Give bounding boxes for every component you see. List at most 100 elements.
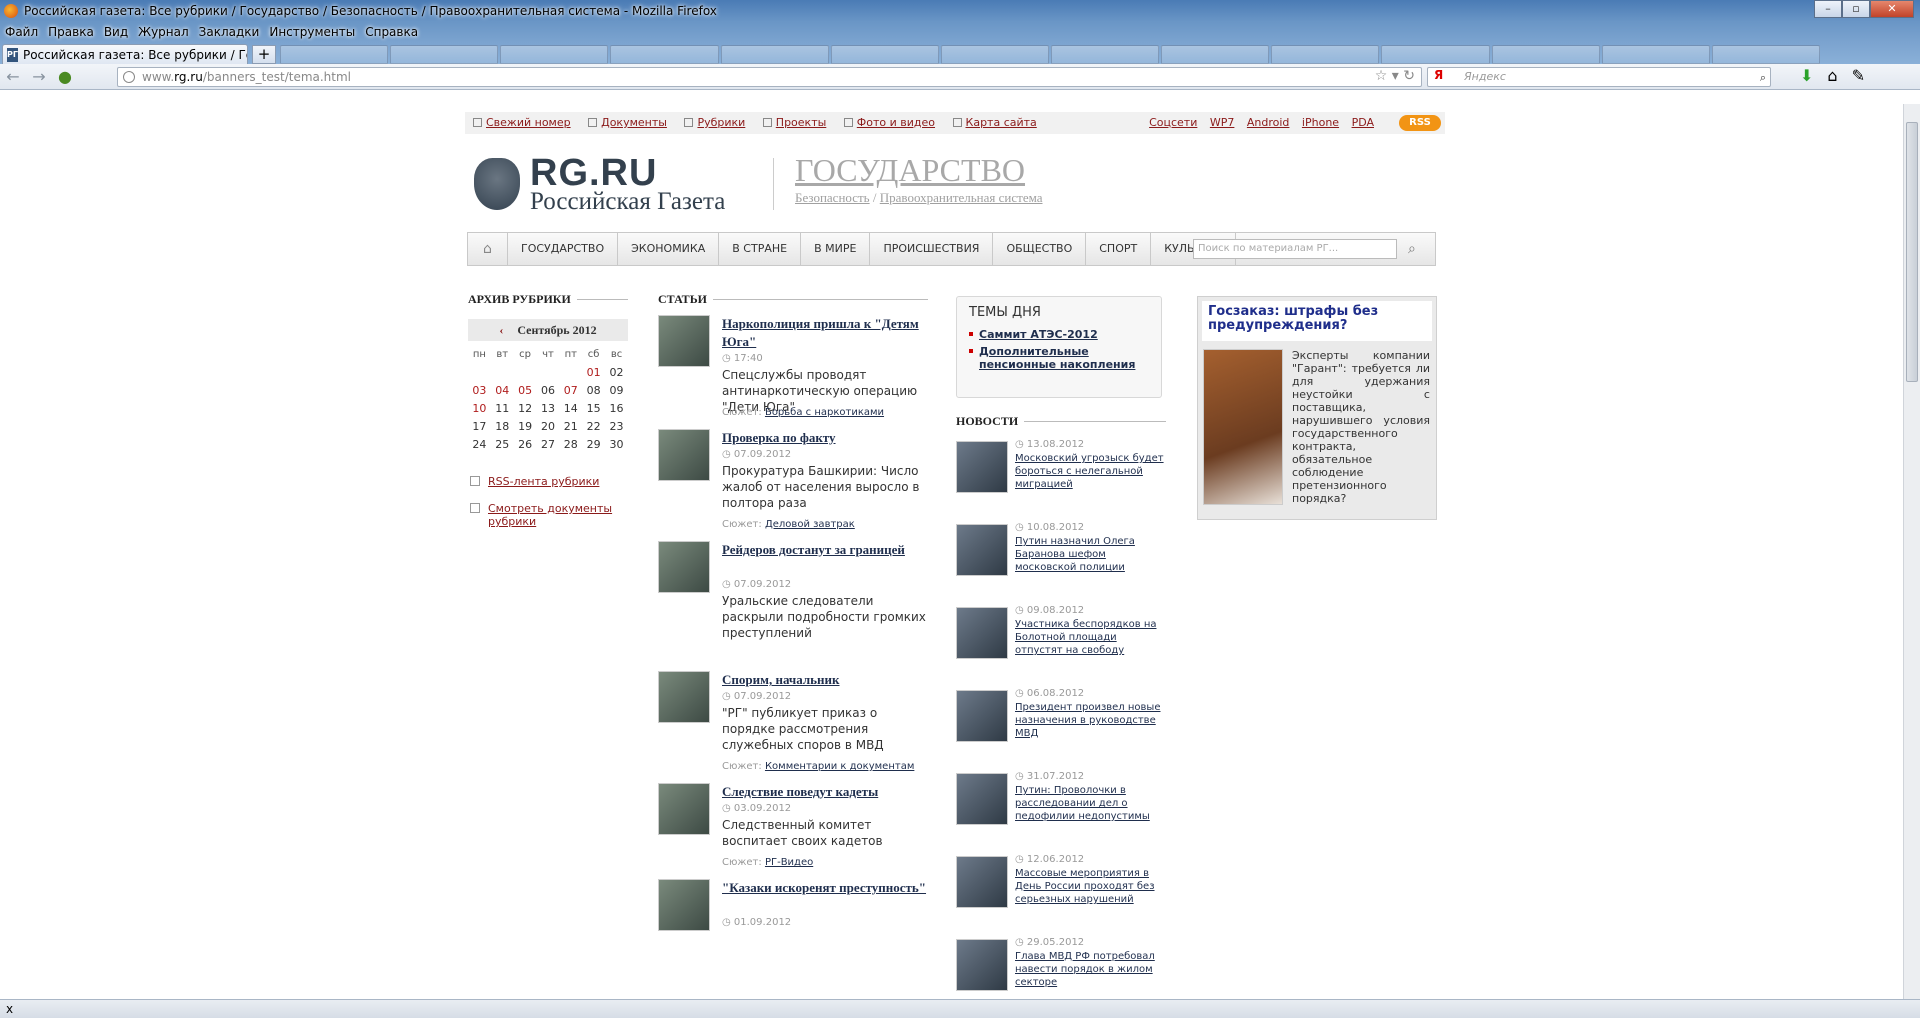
background-tab[interactable] (390, 45, 499, 64)
link-fresh-issue[interactable]: Свежий номер (473, 116, 571, 129)
tab-active[interactable]: РГ Российская газета: Все рубрики / Госу… (2, 44, 248, 64)
plot-link[interactable]: РГ-Видео (765, 857, 813, 868)
ad-banner[interactable]: Госзаказ: штрафы без предупреждения? Экс… (1197, 296, 1437, 520)
breadcrumb-security[interactable]: Безопасность (795, 190, 870, 205)
close-window-button[interactable]: ✕ (1870, 0, 1914, 18)
banner-photo[interactable] (1203, 349, 1283, 505)
calendar-day[interactable]: 01 (582, 363, 605, 381)
news-title[interactable]: Массовые мероприятия в День России прохо… (1015, 867, 1165, 906)
forward-arrow-icon[interactable]: → (26, 67, 52, 86)
view-documents-link[interactable]: Смотреть документы рубрики (468, 502, 628, 528)
maximize-button[interactable]: ▫ (1842, 0, 1870, 18)
link-social[interactable]: Соцсети (1149, 116, 1197, 129)
link-android[interactable]: Android (1247, 116, 1290, 129)
search-input[interactable]: Я Яндекс ⌕ (1427, 67, 1771, 87)
back-arrow-icon[interactable]: ← (0, 67, 26, 86)
link-pda[interactable]: PDA (1352, 116, 1374, 129)
chevron-left-icon[interactable]: ‹ (499, 323, 503, 337)
menu-bookmarks[interactable]: Закладки (194, 25, 265, 39)
calendar-day[interactable]: 07 (559, 381, 582, 399)
article-thumbnail[interactable] (658, 315, 710, 367)
calendar-day[interactable]: 10 (468, 399, 491, 417)
news-thumbnail[interactable] (956, 773, 1008, 825)
rss-button[interactable]: RSS (1399, 115, 1441, 131)
breadcrumb-law-enforcement[interactable]: Правоохранительная система (880, 190, 1043, 205)
search-icon[interactable]: ⌕ (1408, 233, 1416, 265)
nav-society[interactable]: ОБЩЕСТВО (993, 233, 1087, 265)
background-tab[interactable] (1711, 45, 1820, 64)
article-thumbnail[interactable] (658, 879, 710, 931)
url-bar[interactable]: www.rg.ru/banners_test/tema.html ☆ ▾ ↻ (117, 67, 1422, 87)
news-title[interactable]: Глава МВД РФ потребовал навести порядок … (1015, 950, 1165, 989)
menu-tools[interactable]: Инструменты (264, 25, 360, 39)
background-tab[interactable] (830, 45, 939, 64)
nav-country[interactable]: В СТРАНЕ (719, 233, 802, 265)
calendar-day[interactable]: 03 (468, 381, 491, 399)
plot-link[interactable]: Борьба с наркотиками (765, 407, 884, 418)
home-icon[interactable]: ⌂ (468, 233, 508, 265)
site-search-input[interactable]: Поиск по материалам РГ... (1193, 239, 1397, 259)
download-arrow-icon[interactable]: ⬇ (1800, 66, 1813, 85)
news-thumbnail[interactable] (956, 939, 1008, 991)
article-title[interactable]: Спорим, начальник (722, 671, 932, 689)
nav-state[interactable]: ГОСУДАРСТВО (508, 233, 619, 265)
background-tab[interactable] (610, 45, 719, 64)
article-title[interactable]: Проверка по факту (722, 429, 932, 447)
background-tab[interactable] (1271, 45, 1380, 64)
theme-item[interactable]: Саммит АТЭС-2012 (969, 328, 1149, 341)
article-thumbnail[interactable] (658, 541, 710, 593)
extension-icon[interactable]: ✎ (1852, 66, 1865, 85)
nav-sport[interactable]: СПОРТ (1086, 233, 1152, 265)
article-title[interactable]: Наркополиция пришла к "Детям Юга" (722, 315, 932, 351)
news-title[interactable]: Участника беспорядков на Болотной площад… (1015, 618, 1165, 657)
nav-world[interactable]: В МИРЕ (801, 233, 871, 265)
background-tab[interactable] (1491, 45, 1600, 64)
news-title[interactable]: Президент произвел новые назначения в ру… (1015, 701, 1165, 740)
link-projects[interactable]: Проекты (762, 116, 826, 129)
banner-title[interactable]: Госзаказ: штрафы без предупреждения? (1202, 301, 1432, 341)
background-tab[interactable] (280, 45, 389, 64)
link-photo-video[interactable]: Фото и видео (843, 116, 935, 129)
background-tab[interactable] (1050, 45, 1160, 64)
news-thumbnail[interactable] (956, 441, 1008, 493)
minimize-button[interactable]: – (1814, 0, 1842, 18)
calendar-day[interactable]: 04 (491, 381, 514, 399)
plot-link[interactable]: Комментарии к документам (765, 761, 914, 772)
article-title[interactable]: "Казаки искоренят преступность" (722, 879, 932, 897)
addon-icon[interactable]: ● (52, 67, 78, 86)
home-icon[interactable]: ⌂ (1827, 66, 1837, 85)
link-sitemap[interactable]: Карта сайта (952, 116, 1037, 129)
nav-incidents[interactable]: ПРОИСШЕСТВИЯ (870, 233, 994, 265)
new-tab-button[interactable]: + (252, 45, 276, 64)
article-thumbnail[interactable] (658, 783, 710, 835)
link-rubrics[interactable]: Рубрики (684, 116, 745, 129)
bookmark-star-icon[interactable]: ☆ ▾ ↻ (1375, 68, 1415, 84)
plot-link[interactable]: Деловой завтрак (765, 519, 855, 530)
news-title[interactable]: Московский угрозыск будет бороться с нел… (1015, 452, 1165, 491)
site-logo[interactable]: RG.RU Российская Газета (474, 152, 774, 216)
scrollbar-thumb[interactable] (1906, 122, 1918, 382)
article-thumbnail[interactable] (658, 429, 710, 481)
article-title[interactable]: Рейдеров достанут за границей (722, 541, 932, 559)
background-tab[interactable] (1161, 45, 1270, 64)
vertical-scrollbar[interactable] (1903, 104, 1920, 999)
background-tab[interactable] (1381, 45, 1490, 64)
menu-edit[interactable]: Правка (43, 25, 99, 39)
background-tab[interactable] (940, 45, 1049, 64)
link-iphone[interactable]: iPhone (1302, 116, 1339, 129)
search-icon[interactable]: ⌕ (1760, 69, 1766, 87)
news-title[interactable]: Путин: Проволочки в расследовании дел о … (1015, 784, 1165, 823)
news-thumbnail[interactable] (956, 607, 1008, 659)
menu-help[interactable]: Справка (360, 25, 423, 39)
background-tab[interactable] (500, 45, 609, 64)
background-tab[interactable] (1601, 45, 1710, 64)
calendar-day[interactable]: 05 (514, 381, 537, 399)
article-thumbnail[interactable] (658, 671, 710, 723)
news-thumbnail[interactable] (956, 524, 1008, 576)
article-title[interactable]: Следствие поведут кадеты (722, 783, 932, 801)
link-wp7[interactable]: WP7 (1210, 116, 1235, 129)
menu-file[interactable]: Файл (0, 25, 43, 39)
news-thumbnail[interactable] (956, 856, 1008, 908)
section-title[interactable]: ГОСУДАРСТВО (795, 152, 1025, 189)
nav-economy[interactable]: ЭКОНОМИКА (618, 233, 720, 265)
